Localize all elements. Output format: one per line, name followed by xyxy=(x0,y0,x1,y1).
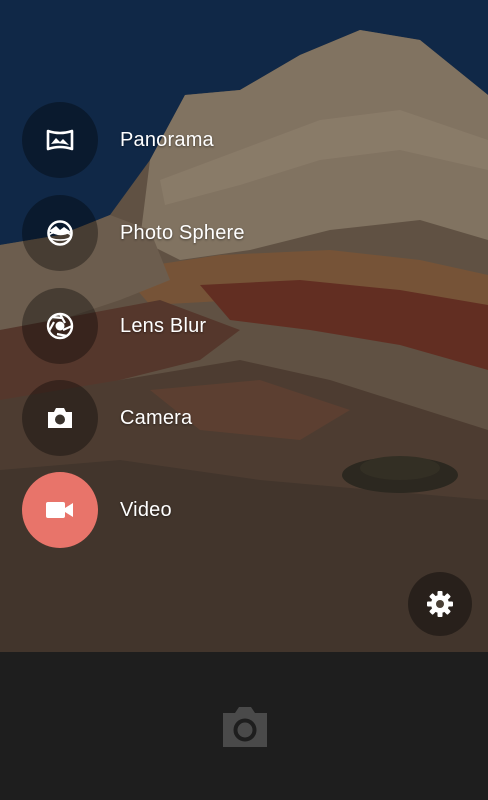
mode-item-photo-sphere[interactable]: Photo Sphere xyxy=(22,195,245,271)
camera-icon xyxy=(48,408,72,428)
mode-label-video: Video xyxy=(120,498,172,521)
lens-blur-button[interactable] xyxy=(22,288,98,364)
mode-label-panorama: Panorama xyxy=(120,128,214,151)
mode-item-lens-blur[interactable]: Lens Blur xyxy=(22,288,206,364)
settings-button[interactable] xyxy=(408,572,472,636)
camera-mode-list: Panorama Photo Sphere Lens Blur Camera V… xyxy=(0,0,488,652)
mode-label-lens-blur: Lens Blur xyxy=(120,314,207,337)
mode-item-panorama[interactable]: Panorama xyxy=(22,102,214,178)
lens-blur-icon xyxy=(46,312,74,340)
video-button[interactable] xyxy=(22,472,98,548)
mode-item-camera[interactable]: Camera xyxy=(22,380,192,456)
shutter-button[interactable] xyxy=(221,705,269,749)
mode-item-video[interactable]: Video xyxy=(22,472,172,548)
mode-label-camera: Camera xyxy=(120,406,193,429)
gear-icon xyxy=(427,591,453,617)
photo-sphere-icon xyxy=(47,220,73,246)
camera-shutter-icon xyxy=(223,707,267,747)
photo-sphere-button[interactable] xyxy=(22,195,98,271)
panorama-icon xyxy=(46,129,74,151)
mode-label-photo-sphere: Photo Sphere xyxy=(120,221,245,244)
video-icon xyxy=(46,502,73,518)
camera-button[interactable] xyxy=(22,380,98,456)
panorama-button[interactable] xyxy=(22,102,98,178)
